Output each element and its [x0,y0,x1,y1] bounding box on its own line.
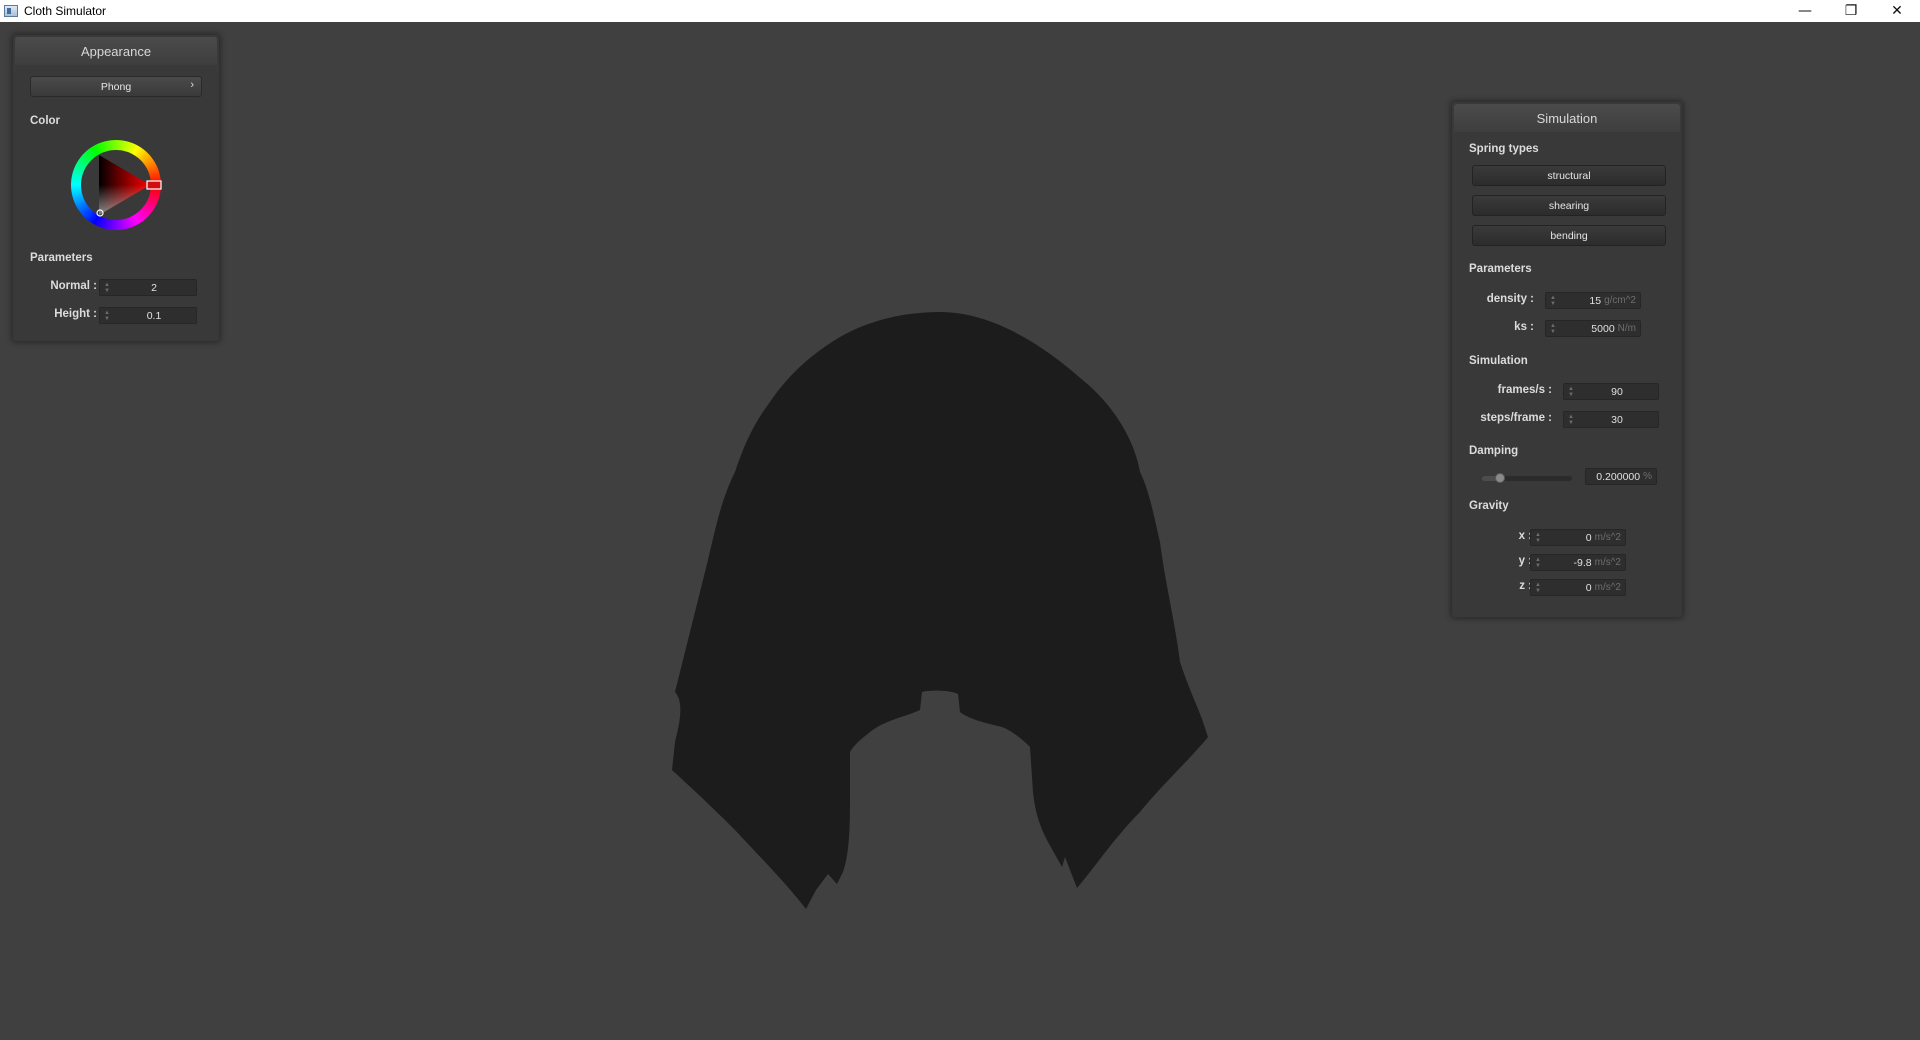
appearance-panel: Appearance Phong › Color Parameters Norm… [13,35,219,341]
restore-button[interactable]: ❐ [1828,0,1874,22]
window-title-bar: Cloth Simulator — ❐ ✕ [0,0,1920,22]
spring-types-label: Spring types [1469,143,1539,155]
shading-mode-dropdown[interactable]: Phong › [30,76,202,97]
spring-bending-button[interactable]: bending [1472,225,1666,246]
gravity-y-label: y : [1518,555,1532,567]
spinner-icon[interactable]: ▲ ▼ [1533,555,1543,570]
spinner-icon[interactable]: ▲ ▼ [1533,530,1543,545]
color-wheel[interactable] [70,139,162,231]
gravity-x-label: x : [1518,530,1532,542]
gravity-x-input[interactable]: ▲ ▼ 0 m/s^2 [1530,529,1626,546]
spinner-icon[interactable]: ▲ ▼ [1566,412,1576,427]
shading-mode-value: Phong [100,80,132,93]
simulation-section-label: Simulation [1469,355,1528,367]
hue-selector-icon [146,180,162,190]
color-section-label: Color [30,115,61,127]
spring-shearing-button[interactable]: shearing [1472,195,1666,216]
ks-label: ks : [1514,321,1534,333]
fps-input[interactable]: ▲ ▼ 90 [1563,383,1659,400]
height-input[interactable]: ▲ ▼ 0.1 [99,307,197,324]
spinner-icon[interactable]: ▲ ▼ [1533,580,1543,595]
appearance-panel-title: Appearance [15,37,217,65]
density-label: density : [1486,293,1534,305]
steps-input[interactable]: ▲ ▼ 30 [1563,411,1659,428]
close-button[interactable]: ✕ [1874,0,1920,22]
gravity-z-input[interactable]: ▲ ▼ 0 m/s^2 [1530,579,1626,596]
damping-slider-knob[interactable] [1495,473,1505,483]
appearance-parameters-label: Parameters [30,252,93,264]
damping-label: Damping [1469,445,1519,457]
steps-label: steps/frame : [1480,412,1552,424]
height-label: Height : [54,308,97,320]
chevron-right-icon: › [190,79,194,91]
spinner-icon[interactable]: ▲ ▼ [1548,321,1558,336]
ks-input[interactable]: ▲ ▼ 5000 N/m [1545,320,1641,337]
spring-structural-button[interactable]: structural [1472,165,1666,186]
damping-slider[interactable] [1482,473,1572,483]
gravity-y-input[interactable]: ▲ ▼ -9.8 m/s^2 [1530,554,1626,571]
spinner-icon[interactable]: ▲ ▼ [1566,384,1576,399]
spinner-icon[interactable]: ▲ ▼ [102,308,112,323]
normal-label: Normal : [50,280,97,292]
minimize-button[interactable]: — [1782,0,1828,22]
gravity-z-label: z : [1519,580,1532,592]
spinner-icon[interactable]: ▲ ▼ [102,280,112,295]
window-title: Cloth Simulator [24,4,107,18]
damping-input[interactable]: 0.200000 % [1585,468,1657,485]
fps-label: frames/s : [1497,384,1552,396]
cloth-shape [672,312,1208,909]
density-input[interactable]: ▲ ▼ 15 g/cm^2 [1545,292,1641,309]
app-icon [4,5,18,17]
simulation-parameters-label: Parameters [1469,263,1532,275]
normal-input[interactable]: ▲ ▼ 2 [99,279,197,296]
spinner-icon[interactable]: ▲ ▼ [1548,293,1558,308]
simulation-panel: Simulation Spring types structural shear… [1452,102,1682,617]
gravity-label: Gravity [1469,500,1509,512]
simulation-panel-title: Simulation [1454,104,1680,132]
